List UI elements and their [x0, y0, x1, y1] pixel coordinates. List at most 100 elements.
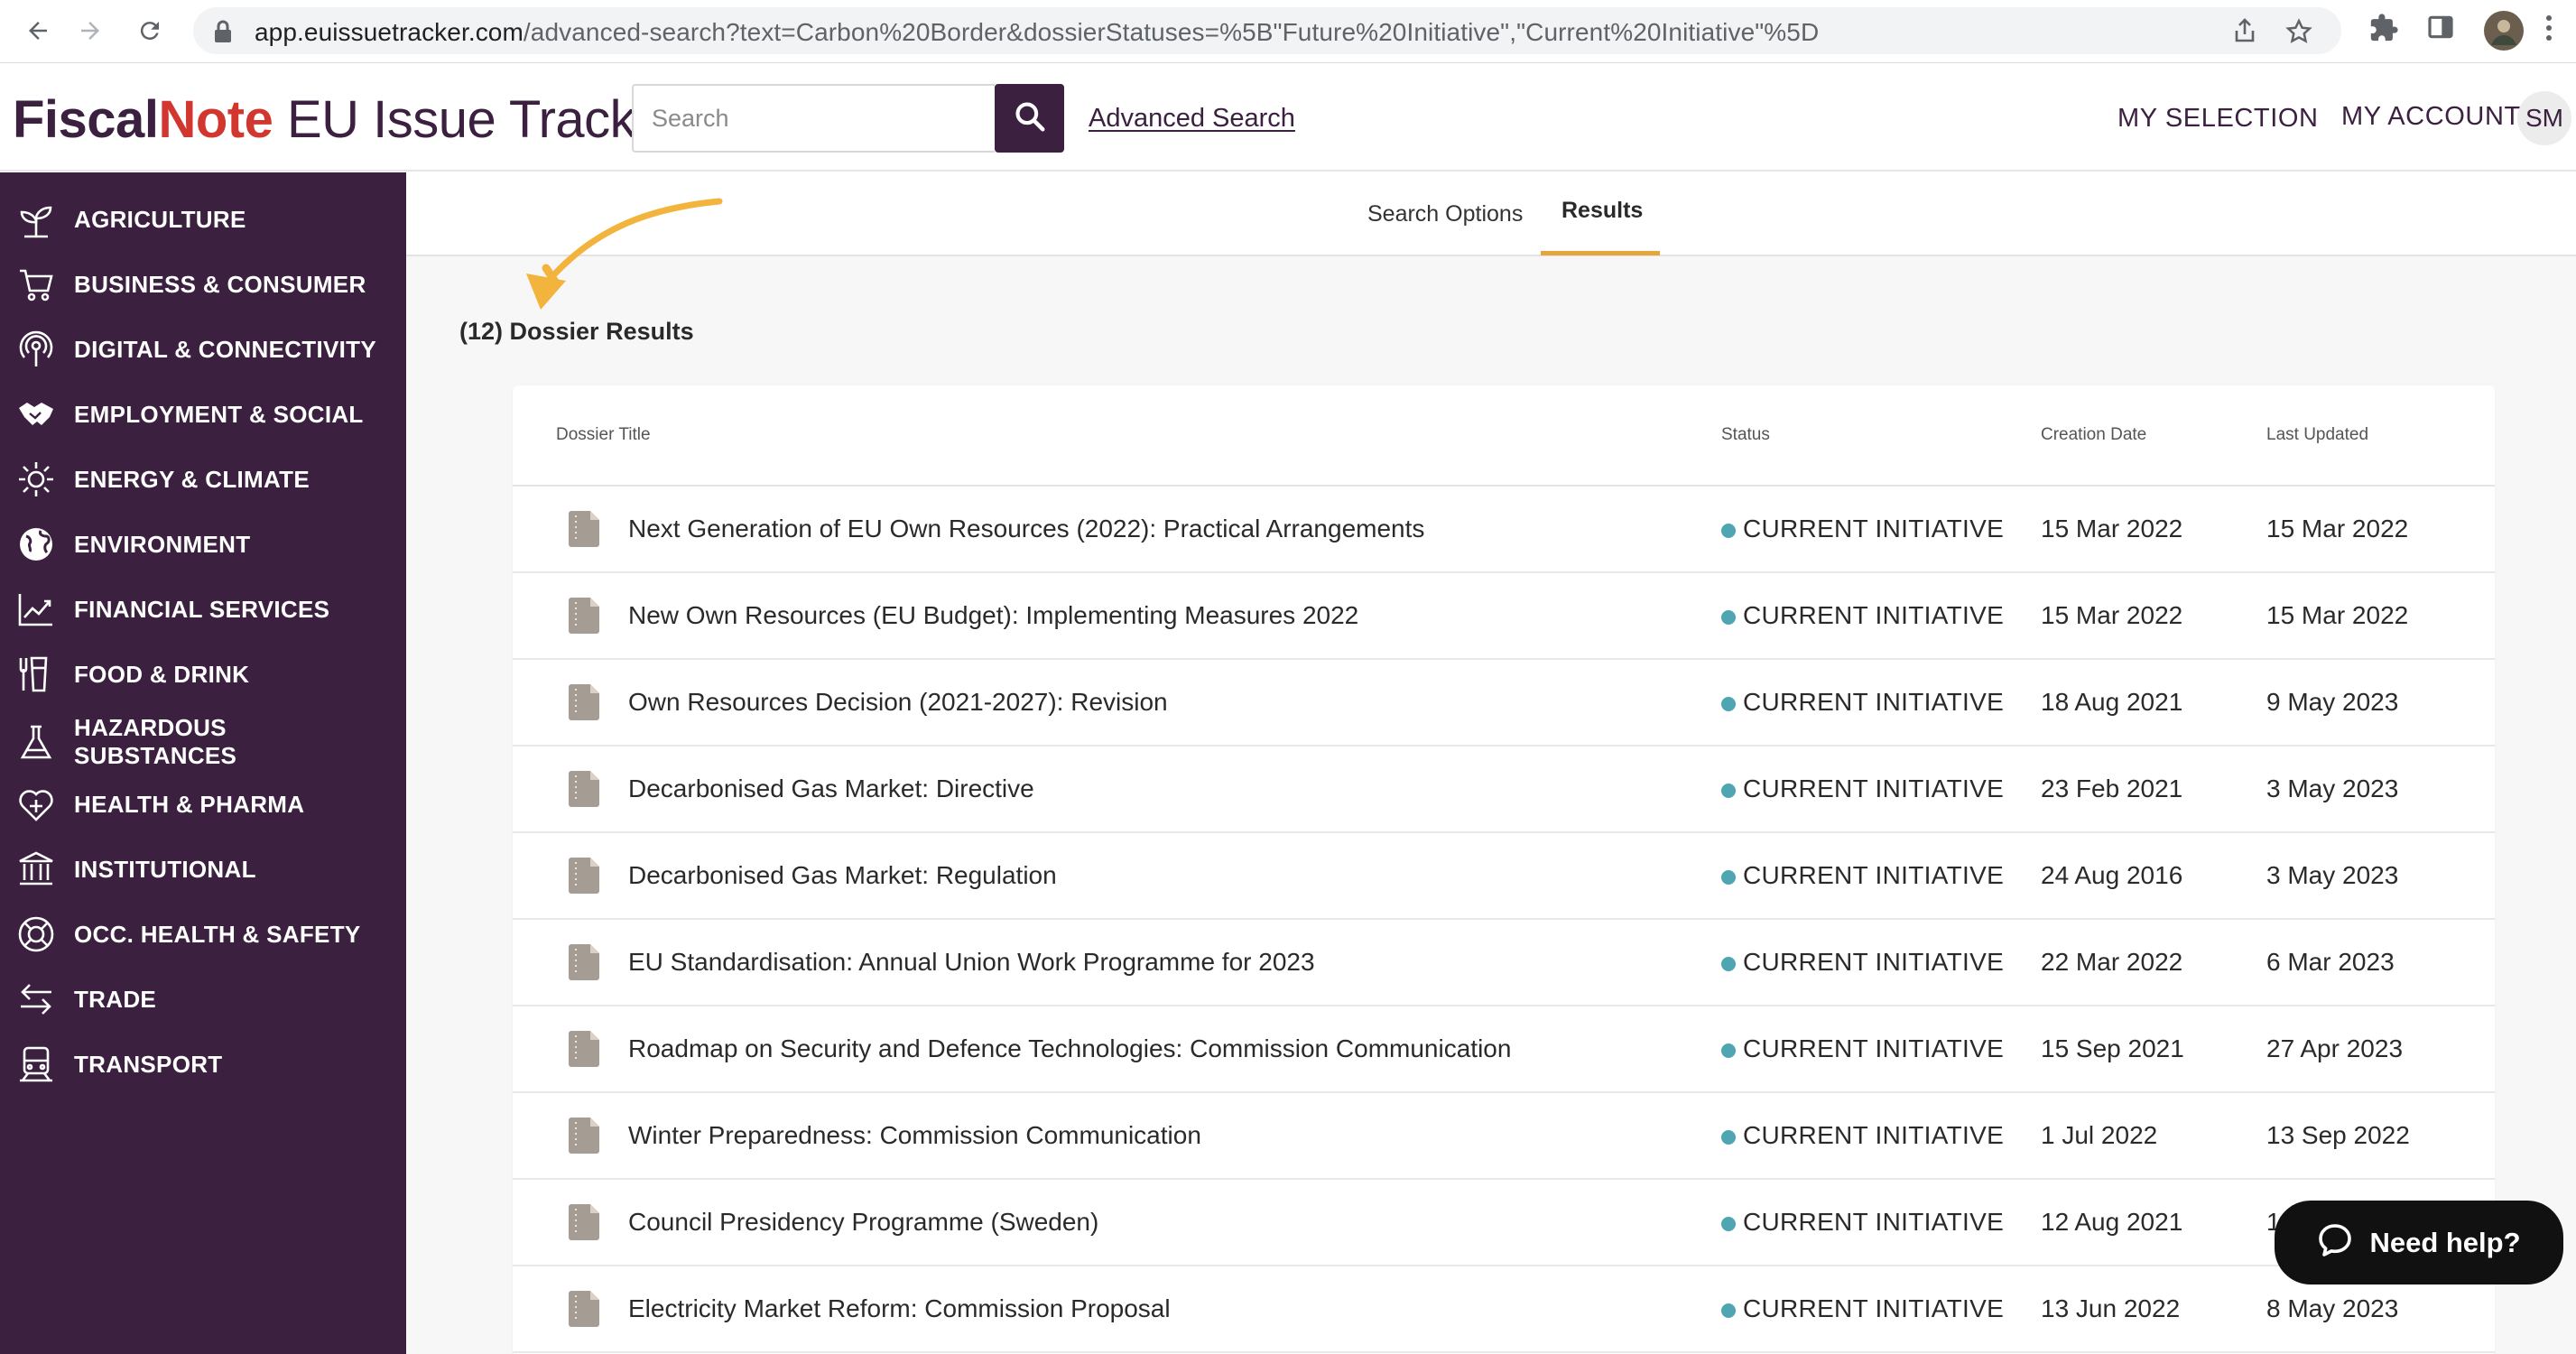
reload-icon[interactable]: [132, 13, 168, 49]
advanced-search-link[interactable]: Advanced Search: [1089, 104, 1295, 134]
status-dot: [1721, 1217, 1736, 1231]
sidebar-item-health-pharma[interactable]: HEALTH & PHARMA: [0, 784, 406, 824]
sidebar-item-trade[interactable]: TRADE: [0, 979, 406, 1019]
dossier-status: CURRENT INITIATIVE: [1743, 1294, 2005, 1322]
sidebar-item-label: FINANCIAL SERVICES: [74, 595, 330, 623]
app-header: FiscalNote EU Issue Tracker Advanced Sea…: [0, 64, 2576, 172]
dossier-title[interactable]: Next Generation of EU Own Resources (202…: [628, 515, 1424, 543]
table-row[interactable]: Decarbonised Gas Market: Regulation CURR…: [513, 833, 2495, 920]
last-updated: 15 Mar 2022: [2266, 515, 2409, 543]
dossier-title[interactable]: Winter Preparedness: Commission Communic…: [628, 1121, 1201, 1150]
status-dot: [1721, 784, 1736, 798]
need-help-button[interactable]: Need help?: [2275, 1201, 2563, 1284]
dossier-status: CURRENT INITIATIVE: [1743, 688, 2005, 716]
sidebar-item-food-drink[interactable]: FOOD & DRINK: [0, 654, 406, 694]
column-header-updated[interactable]: Last Updated: [2266, 425, 2368, 445]
my-selection-link[interactable]: MY SELECTION: [2117, 104, 2319, 134]
address-bar[interactable]: app.euissuetracker.com/advanced-search?t…: [193, 7, 2341, 54]
sidebar-item-label: TRADE: [74, 985, 157, 1013]
cart-icon: [16, 264, 56, 304]
tab-search-options[interactable]: Search Options: [1367, 201, 1523, 227]
column-header-created[interactable]: Creation Date: [2041, 425, 2146, 445]
back-icon[interactable]: [20, 13, 56, 49]
forward-icon[interactable]: [72, 13, 108, 49]
logo-product: EU Issue Tracker: [273, 90, 681, 149]
search-button[interactable]: [995, 84, 1064, 153]
table-row[interactable]: New Own Resources (EU Budget): Implement…: [513, 573, 2495, 660]
dossier-title[interactable]: Decarbonised Gas Market: Regulation: [628, 861, 1057, 890]
side-panel-icon[interactable]: [2426, 13, 2455, 46]
handshake-icon: [16, 394, 56, 434]
sidebar-item-environment[interactable]: ENVIRONMENT: [0, 524, 406, 564]
sidebar-item-hazardous-substances[interactable]: HAZARDOUS SUBSTANCES: [0, 710, 406, 775]
profile-avatar-icon[interactable]: [2484, 11, 2524, 55]
column-header-status[interactable]: Status: [1721, 425, 1770, 445]
sidebar-item-occ-health-safety[interactable]: OCC. HEALTH & SAFETY: [0, 914, 406, 954]
dossier-title[interactable]: EU Standardisation: Annual Union Work Pr…: [628, 948, 1315, 977]
table-row[interactable]: Own Resources Decision (2021-2027): Revi…: [513, 660, 2495, 747]
sidebar-item-label: HAZARDOUS SUBSTANCES: [74, 714, 237, 769]
sidebar-item-business-consumer[interactable]: BUSINESS & CONSUMER: [0, 264, 406, 304]
table-row[interactable]: Roadmap on Security and Defence Technolo…: [513, 1006, 2495, 1093]
sidebar-item-energy-climate[interactable]: ENERGY & CLIMATE: [0, 459, 406, 499]
document-icon: [569, 1204, 599, 1240]
extensions-icon[interactable]: [2368, 13, 2399, 48]
building-icon: [16, 849, 56, 889]
document-icon: [569, 1291, 599, 1327]
last-updated: 8 May 2023: [2266, 1294, 2399, 1322]
avatar[interactable]: SM: [2517, 91, 2571, 145]
sidebar-item-employment-social[interactable]: EMPLOYMENT & SOCIAL: [0, 394, 406, 434]
creation-date: 18 Aug 2021: [2041, 688, 2183, 716]
last-updated: 3 May 2023: [2266, 861, 2399, 889]
status-dot: [1721, 610, 1736, 625]
dossier-status: CURRENT INITIATIVE: [1743, 948, 2005, 976]
last-updated: 13 Sep 2022: [2266, 1121, 2410, 1149]
table-row[interactable]: Next Generation of EU Own Resources (202…: [513, 487, 2495, 573]
sidebar-item-transport[interactable]: TRANSPORT: [0, 1044, 406, 1084]
tab-results[interactable]: Results: [1561, 198, 1643, 224]
table-row[interactable]: Electricity Market Reform: Commission Pr…: [513, 1266, 2495, 1353]
last-updated: 27 Apr 2023: [2266, 1034, 2404, 1062]
status-dot: [1721, 957, 1736, 971]
table-row[interactable]: Decarbonised Gas Market: Directive CURRE…: [513, 747, 2495, 833]
dossier-title[interactable]: Roadmap on Security and Defence Technolo…: [628, 1034, 1511, 1063]
table-row[interactable]: Winter Preparedness: Commission Communic…: [513, 1093, 2495, 1180]
browser-toolbar: app.euissuetracker.com/advanced-search?t…: [0, 0, 2576, 63]
last-updated: 15 Mar 2022: [2266, 601, 2409, 629]
dossier-title[interactable]: Council Presidency Programme (Sweden): [628, 1208, 1098, 1237]
table-row[interactable]: EU Standardisation: Annual Union Work Pr…: [513, 920, 2495, 1006]
bookmark-star-icon[interactable]: [2285, 18, 2312, 50]
dossier-title[interactable]: Electricity Market Reform: Commission Pr…: [628, 1294, 1171, 1323]
share-icon[interactable]: [2233, 18, 2256, 48]
creation-date: 15 Sep 2021: [2041, 1034, 2184, 1062]
sidebar-item-agriculture[interactable]: AGRICULTURE: [0, 199, 406, 239]
dossier-title[interactable]: Own Resources Decision (2021-2027): Revi…: [628, 688, 1168, 717]
my-account-link[interactable]: MY ACCOUNT: [2341, 102, 2521, 132]
fiscalnote-logo[interactable]: FiscalNote EU Issue Tracker: [13, 89, 681, 150]
dossier-title[interactable]: New Own Resources (EU Budget): Implement…: [628, 601, 1358, 630]
sidebar-item-label: AGRICULTURE: [74, 205, 246, 233]
results-count: (12) Dossier Results: [459, 318, 694, 345]
sidebar-item-financial-services[interactable]: FINANCIAL SERVICES: [0, 589, 406, 629]
sidebar-item-digital-connectivity[interactable]: DIGITAL & CONNECTIVITY: [0, 329, 406, 369]
creation-date: 1 Jul 2022: [2041, 1121, 2158, 1149]
search-input[interactable]: [632, 84, 995, 153]
creation-date: 12 Aug 2021: [2041, 1208, 2183, 1236]
dossier-status: CURRENT INITIATIVE: [1743, 861, 2005, 889]
results-table: Dossier Title Status Creation Date Last …: [513, 385, 2495, 1354]
sidebar-item-label: HEALTH & PHARMA: [74, 790, 305, 818]
browser-menu-icon[interactable]: [2544, 13, 2554, 48]
dossier-title[interactable]: Decarbonised Gas Market: Directive: [628, 774, 1034, 803]
creation-date: 13 Jun 2022: [2041, 1294, 2181, 1322]
document-icon: [569, 771, 599, 807]
globe-icon: [16, 524, 56, 564]
sidebar-item-label: OCC. HEALTH & SAFETY: [74, 920, 361, 948]
sidebar-item-institutional[interactable]: INSTITUTIONAL: [0, 849, 406, 889]
column-header-title[interactable]: Dossier Title: [556, 425, 651, 445]
exchange-icon: [16, 979, 56, 1019]
dossier-status: CURRENT INITIATIVE: [1743, 601, 2005, 629]
last-updated: 6 Mar 2023: [2266, 948, 2395, 976]
status-dot: [1721, 697, 1736, 711]
table-row[interactable]: Council Presidency Programme (Sweden) CU…: [513, 1180, 2495, 1266]
url-path: /advanced-search?text=Carbon%20Border&do…: [523, 18, 1820, 46]
